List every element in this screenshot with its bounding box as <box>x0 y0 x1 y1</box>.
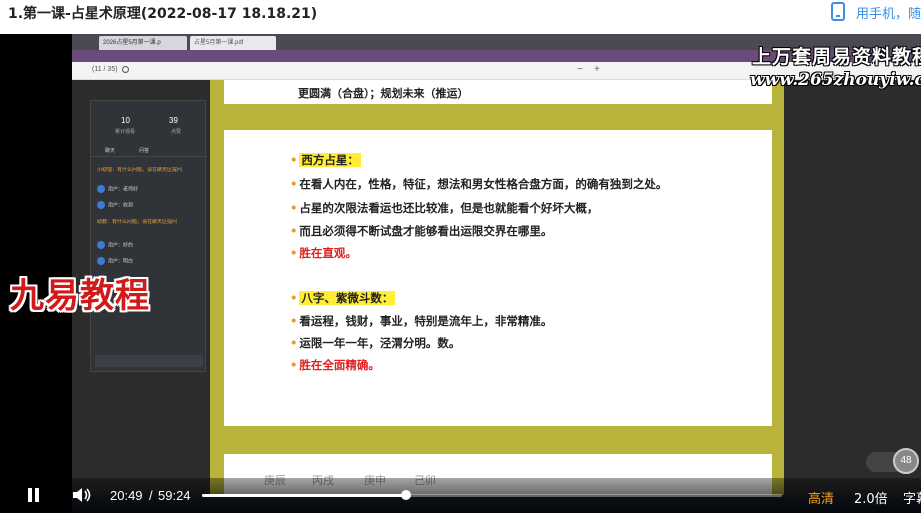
browser-tab-active: 2026占星5月第一课.p <box>99 36 187 50</box>
slide-bullet-text: 运限一年一年，泾渭分明。数。 <box>299 336 461 350</box>
slide-bullet: 胜在直观。 <box>290 245 357 261</box>
slide-bullet-text: 看运程，钱财，事业，特别是流年上，非常精准。 <box>299 314 553 328</box>
chat-tab-qa[interactable]: 问答 <box>139 147 149 154</box>
total-time: 59:24 <box>158 488 191 503</box>
volume-icon[interactable] <box>72 487 92 503</box>
chat-tab-chat[interactable]: 聊天 <box>105 147 115 154</box>
slide-bullet: 胜在全面精确。 <box>290 357 380 373</box>
stat-viewers: 10 <box>121 116 130 125</box>
progress-handle[interactable] <box>400 490 411 500</box>
slide-bullet: 八字、紫微斗数： <box>290 290 396 306</box>
slide-top-text: 更圆满（合盘）；规划未来（推运） <box>298 87 469 100</box>
chat-tabs: 聊天 问答 <box>91 145 207 157</box>
chat-message-text: 用户：好的 <box>108 242 134 249</box>
watermark-url: www.265zhouyiw.com <box>750 70 921 90</box>
video-player[interactable]: 2026占星5月第一课.p 占星5月第一课.pdf (11 / 35) − + … <box>0 34 921 513</box>
avatar <box>97 185 105 193</box>
progress-fill <box>202 494 406 497</box>
browser-tab-second: 占星5月第一课.pdf <box>190 36 276 50</box>
chat-message: 用户：老师好 <box>97 185 201 199</box>
avatar <box>97 241 105 249</box>
slide-bullet: 运限一年一年，泾渭分明。数。 <box>290 335 460 351</box>
chat-message: 用户：好的 <box>97 241 201 255</box>
avatar <box>97 257 105 265</box>
phone-icon[interactable] <box>831 2 845 21</box>
slide-bullet-text: 胜在全面精确。 <box>299 358 380 372</box>
slide-bullet: 看运程，钱财，事业，特别是流年上，非常精准。 <box>290 313 552 329</box>
chat-message-text: 用户：老师好 <box>108 186 139 193</box>
time-separator: / <box>149 488 153 503</box>
chat-panel: 10 累计观看 39 点赞 聊天 问答 小助理：有什么问题，请在聊天区提问用户：… <box>90 100 207 372</box>
quality-button[interactable]: 高清 <box>808 488 834 507</box>
chat-message-text: 小助理：有什么问题，请在聊天区提问 <box>97 167 183 173</box>
player-controls: 20:49 / 59:24 高清 2.0倍 字幕 <box>0 478 921 513</box>
chat-input[interactable] <box>95 355 203 367</box>
zoom-out-icon: − <box>577 64 583 75</box>
slide-bullet-text: 占星的次限法看运也还比较准，但是也就能看个好坏大概， <box>299 201 599 215</box>
slide-bullet-text: 八字、紫微斗数： <box>299 291 396 305</box>
zoom-in-icon: + <box>594 64 600 75</box>
stat-viewers-label: 累计观看 <box>115 129 136 135</box>
watermark-line1: 上万套周易资料教程 <box>752 46 921 68</box>
slide-bullet-text: 在看人内在，性格，特征，想法和男女性格合盘方面，的确有独到之处。 <box>299 177 668 191</box>
jiuyi-watermark: 九易教程 <box>10 276 150 316</box>
chat-message: 用户：收到 <box>97 201 201 215</box>
slide-area: 更圆满（合盘）；规划未来（推运） 西方占星： 在看人内在，性格，特征，想法和男女性… <box>210 80 784 513</box>
page-indicator: (11 / 35) <box>92 66 118 73</box>
slide-bullet: 在看人内在，性格，特征，想法和男女性格合盘方面，的确有独到之处。 <box>290 176 667 192</box>
search-icon <box>122 66 129 73</box>
subtitle-button[interactable]: 字幕 <box>903 488 921 507</box>
speed-button[interactable]: 2.0倍 <box>854 488 888 507</box>
slide-bullet-text: 而且必须得不断试盘才能够看出运限交界在哪里。 <box>299 224 553 238</box>
slide-bullet-text: 胜在直观。 <box>299 246 357 260</box>
chat-message: 小助理：有什么问题，请在聊天区提问 <box>97 167 201 181</box>
chat-stats: 10 累计观看 39 点赞 <box>91 113 207 139</box>
slide-main: 西方占星： 在看人内在，性格，特征，想法和男女性格合盘方面，的确有独到之处。占星的… <box>224 130 772 426</box>
phone-link[interactable]: 用手机，随时 <box>856 3 921 22</box>
chat-message-text: 用户：明白 <box>108 258 134 265</box>
pause-button[interactable] <box>26 488 40 504</box>
chat-message: 助教：有什么问题，请在聊天区提问 <box>97 219 201 233</box>
page-title: 1.第一课-占星术原理(2022-08-17 18.18.21) <box>8 6 318 22</box>
slide-bullet-text: 西方占星： <box>299 153 361 167</box>
chat-message-text: 助教：有什么问题，请在聊天区提问 <box>97 219 178 225</box>
avatar <box>97 201 105 209</box>
slide-bullet: 占星的次限法看运也还比较准，但是也就能看个好坏大概， <box>290 200 598 216</box>
stat-likes: 39 <box>169 116 178 125</box>
video-frame: 2026占星5月第一课.p 占星5月第一课.pdf (11 / 35) − + … <box>72 34 921 513</box>
slide-top: 更圆满（合盘）；规划未来（推运） <box>224 80 772 104</box>
progress-bar[interactable] <box>202 490 782 500</box>
page-header: 1.第一课-占星术原理(2022-08-17 18.18.21) 用手机，随时 <box>0 0 921 34</box>
slide-bullet: 而且必须得不断试盘才能够看出运限交界在哪里。 <box>290 223 552 239</box>
current-time: 20:49 <box>110 488 143 503</box>
video-page: 1.第一课-占星术原理(2022-08-17 18.18.21) 用手机，随时 … <box>0 0 921 513</box>
chat-message-text: 用户：收到 <box>108 202 134 209</box>
speed-badge[interactable]: 48 <box>893 448 919 474</box>
stat-likes-label: 点赞 <box>171 129 182 135</box>
slide-bullet: 西方占星： <box>290 152 361 168</box>
